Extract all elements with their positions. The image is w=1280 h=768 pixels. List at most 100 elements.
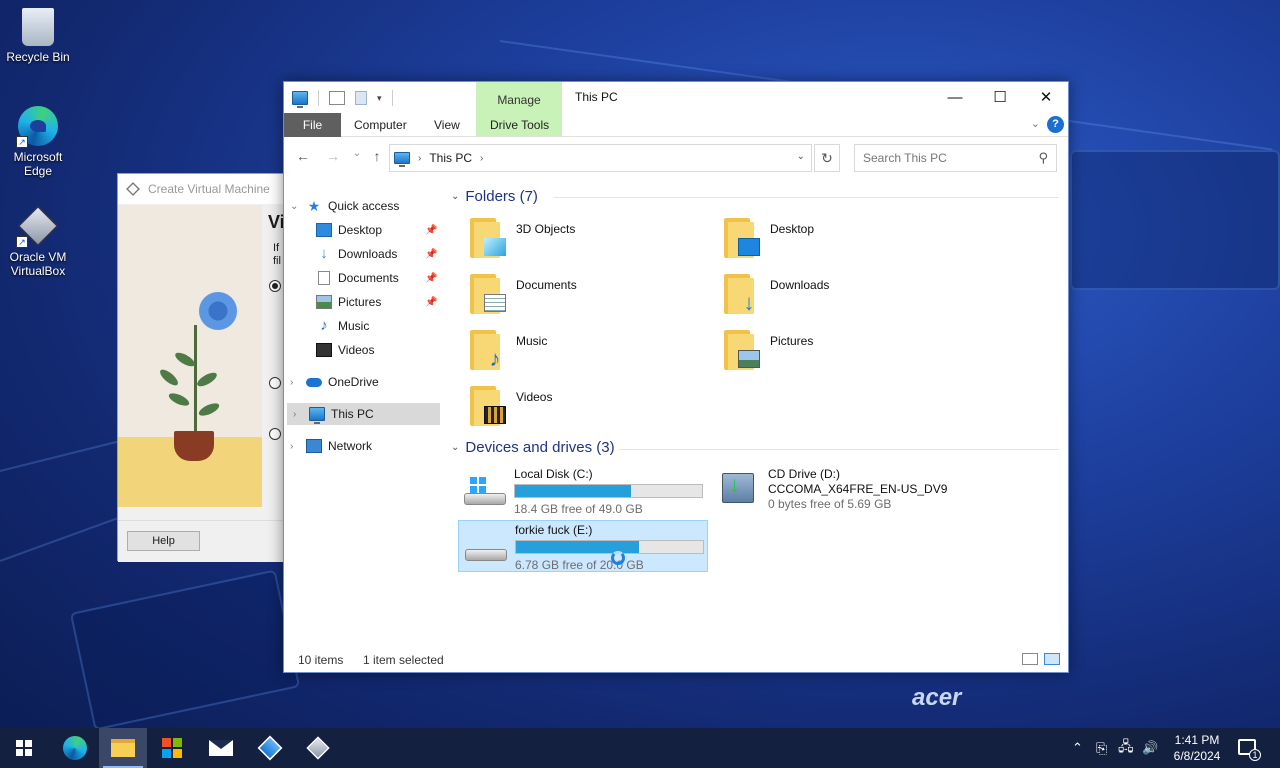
expand-chevron-icon[interactable]: › xyxy=(290,441,300,452)
virtualbox-icon-wrap: ↗ xyxy=(16,205,59,248)
volume-icon[interactable]: 🔊 xyxy=(1142,728,1158,768)
desktop-icon-recycle-bin[interactable]: Recycle Bin xyxy=(0,8,76,64)
pin-icon: 📌 xyxy=(425,248,438,260)
recent-locations-chevron-icon[interactable]: ⌄ xyxy=(346,148,368,159)
nav-network[interactable]: › Network xyxy=(290,435,372,457)
folder-icon xyxy=(724,218,760,258)
collapse-chevron-icon[interactable]: ⌄ xyxy=(451,442,459,453)
close-button[interactable]: ✕ xyxy=(1023,82,1069,112)
tab-view[interactable]: View xyxy=(434,113,460,137)
up-button[interactable]: ↑ xyxy=(366,148,388,164)
large-icons-view-icon[interactable] xyxy=(1044,653,1060,665)
folder-icon: ♪ xyxy=(470,330,504,370)
window-titlebar[interactable]: ▾ Manage This PC — ☐ ✕ xyxy=(284,82,1069,137)
folder-pictures[interactable]: Pictures xyxy=(710,324,960,376)
collapse-chevron-icon[interactable]: ⌄ xyxy=(451,191,459,202)
help-icon[interactable]: ? xyxy=(1047,116,1064,133)
help-button[interactable]: Help xyxy=(127,531,200,551)
mail-icon xyxy=(209,740,233,756)
folder-music[interactable]: ♪ Music xyxy=(456,324,706,376)
nav-label: Documents xyxy=(338,271,399,285)
window-title: This PC xyxy=(575,90,618,104)
expand-ribbon-chevron-icon[interactable]: ⌄ xyxy=(1031,117,1040,130)
show-hidden-icons[interactable]: ⌃ xyxy=(1072,728,1083,768)
virtualbox-icon xyxy=(306,736,330,760)
maximize-button[interactable]: ☐ xyxy=(977,82,1023,112)
address-bar[interactable]: › This PC › ⌄ xyxy=(389,144,812,172)
taskbar-store[interactable] xyxy=(148,728,196,768)
minimize-button[interactable]: — xyxy=(932,82,978,112)
expand-chevron-icon[interactable]: › xyxy=(290,377,300,388)
collapse-chevron-icon[interactable]: ⌄ xyxy=(290,201,300,212)
nav-item-downloads[interactable]: ↓ Downloads 📌 xyxy=(316,243,437,265)
properties-icon[interactable] xyxy=(329,91,345,105)
dialog-titlebar[interactable]: Create Virtual Machine xyxy=(118,174,291,204)
tab-computer[interactable]: Computer xyxy=(354,113,407,137)
tab-file[interactable]: File xyxy=(284,113,341,137)
back-button[interactable]: ← xyxy=(292,148,314,164)
nav-quick-access[interactable]: ⌄ ★ Quick access xyxy=(290,195,399,217)
address-dropdown-chevron-icon[interactable]: ⌄ xyxy=(797,151,805,162)
new-folder-icon[interactable] xyxy=(355,91,367,105)
folder-documents[interactable]: Documents xyxy=(456,268,706,320)
folders-group-header[interactable]: ⌄ Folders (7) xyxy=(451,188,538,205)
breadcrumb-chevron-icon[interactable]: › xyxy=(418,153,421,164)
drive-c[interactable]: Local Disk (C:) 18.4 GB free of 49.0 GB xyxy=(458,465,708,517)
desktop-icon-edge[interactable]: ↗ Microsoft Edge xyxy=(0,106,76,178)
folder-downloads[interactable]: ↓ Downloads xyxy=(710,268,960,320)
meet-now-icon[interactable]: ⎘ xyxy=(1096,728,1107,768)
expand-chevron-icon[interactable]: › xyxy=(293,409,303,420)
taskbar-mail[interactable] xyxy=(197,728,245,768)
shortcut-arrow-icon: ↗ xyxy=(16,136,28,148)
folder-name: Music xyxy=(516,334,548,348)
create-vm-dialog[interactable]: Create Virtual Machine Vi If fil Help xyxy=(117,173,292,562)
folder-desktop[interactable]: Desktop xyxy=(710,212,960,264)
drive-e[interactable]: forkie fuck (E:) 6.78 GB free of 20.0 GB xyxy=(458,520,708,572)
devices-group-header[interactable]: ⌄ Devices and drives (3) xyxy=(451,439,615,456)
edge-icon xyxy=(63,736,87,760)
tab-drive-tools[interactable]: Drive Tools xyxy=(490,113,549,137)
drive-icon-wrap xyxy=(718,472,762,507)
search-box[interactable]: ⚲ xyxy=(854,144,1057,172)
clock[interactable]: 1:41 PM 6/8/2024 xyxy=(1168,732,1226,764)
nav-item-videos[interactable]: Videos xyxy=(316,339,374,361)
search-input[interactable] xyxy=(855,145,1025,171)
windows-logo-icon xyxy=(470,477,486,493)
breadcrumb-this-pc[interactable]: This PC xyxy=(429,151,472,165)
taskbar-edge[interactable] xyxy=(51,728,99,768)
video-icon xyxy=(316,343,332,357)
customize-toolbar-chevron-icon[interactable]: ▾ xyxy=(377,93,382,104)
taskbar-file-explorer[interactable] xyxy=(99,728,147,768)
document-icon xyxy=(318,271,330,285)
network-tray-icon[interactable]: 🖧 xyxy=(1118,728,1134,768)
drive-d[interactable]: CD Drive (D:) CCCOMA_X64FRE_EN-US_DV9 0 … xyxy=(712,465,962,517)
toolbar-separator xyxy=(318,90,319,106)
folder-3d-objects[interactable]: 3D Objects xyxy=(456,212,706,264)
taskbar-virtualbox[interactable] xyxy=(294,728,342,768)
nav-item-music[interactable]: ♪ Music xyxy=(316,315,369,337)
desktop-icon xyxy=(738,238,760,256)
radio-option-1[interactable] xyxy=(269,280,281,292)
nav-onedrive[interactable]: › OneDrive xyxy=(290,371,379,393)
forward-button[interactable]: → xyxy=(322,148,344,164)
breadcrumb-chevron-icon[interactable]: › xyxy=(480,153,483,164)
address-row: ← → ⌄ ↑ › This PC › ⌄ ↻ ⚲ xyxy=(284,142,1068,174)
file-explorer-window[interactable]: ▾ Manage This PC — ☐ ✕ File Computer Vie… xyxy=(283,81,1069,673)
radio-option-3[interactable] xyxy=(269,428,281,440)
start-button[interactable] xyxy=(0,728,48,768)
refresh-button[interactable]: ↻ xyxy=(814,144,840,172)
nav-item-documents[interactable]: Documents 📌 xyxy=(316,267,437,289)
nav-this-pc[interactable]: › This PC xyxy=(287,403,440,425)
wizard-text-line: fil xyxy=(273,255,281,267)
nav-item-pictures[interactable]: Pictures 📌 xyxy=(316,291,437,313)
radio-option-2[interactable] xyxy=(269,377,281,389)
taskbar-app-box[interactable] xyxy=(246,728,294,768)
folder-videos[interactable]: Videos xyxy=(456,380,706,432)
shortcut-arrow-icon: ↗ xyxy=(16,236,28,248)
desktop-icon-virtualbox[interactable]: ↗ Oracle VM VirtualBox xyxy=(0,205,76,278)
folder-icon xyxy=(470,218,506,258)
details-view-icon[interactable] xyxy=(1022,653,1038,665)
dialog-button-bar: Help xyxy=(118,520,291,562)
nav-label: Videos xyxy=(338,343,375,357)
nav-item-desktop[interactable]: Desktop 📌 xyxy=(316,219,437,241)
